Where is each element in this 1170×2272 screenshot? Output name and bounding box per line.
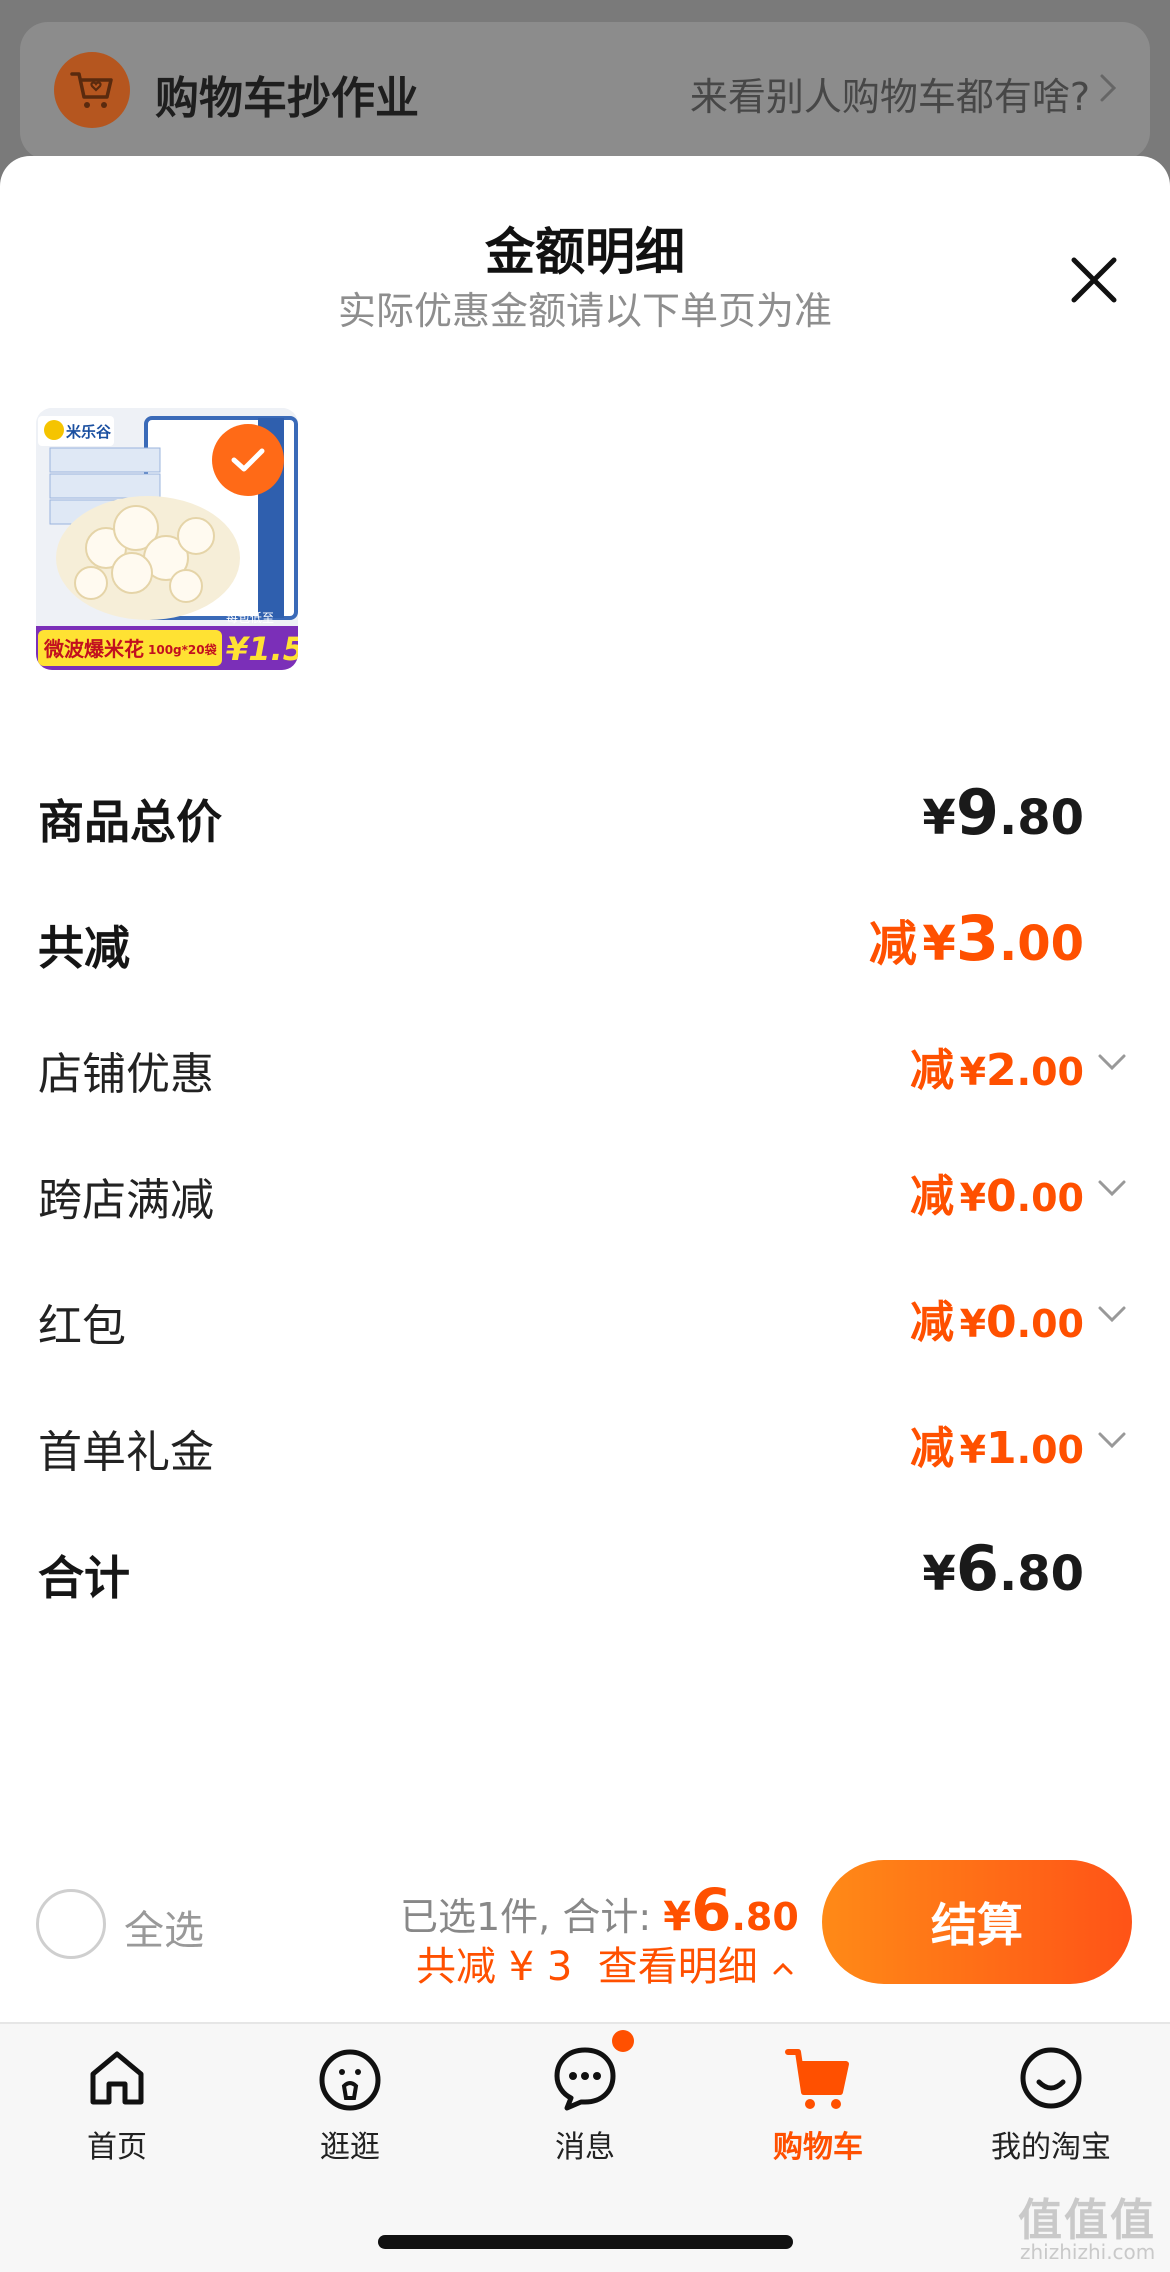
select-all-label[interactable]: 全选 [124,1898,204,1956]
chevron-up-icon [773,1962,793,1975]
chevron-down-icon[interactable] [1092,1168,1132,1208]
tab-label: 消息 [555,2130,615,2165]
promo-label: 每包低至 [226,610,274,625]
row-label: 红包 [38,1301,126,1352]
home-icon [90,2051,144,2105]
view-detail-link[interactable]: 查看明细 [598,1944,758,1990]
chevron-down-icon[interactable] [1092,1420,1132,1460]
tab-home[interactable]: 首页 [27,2042,207,2182]
row-shop-discount[interactable]: 店铺优惠 减 ¥2.00 [38,1028,1132,1108]
browse-icon [319,2049,381,2111]
row-total-discount: 共减 减 ¥3.00 [38,902,1132,982]
row-label: 店铺优惠 [38,1049,214,1100]
tab-browse[interactable]: 逛逛 [260,2042,440,2182]
total-price-value: ¥9.80 [922,776,1084,849]
promo-price: ¥1.5 [226,630,298,668]
select-all-radio[interactable] [36,1889,106,1959]
checkout-button[interactable]: 结算 [822,1860,1132,1984]
close-icon[interactable] [1066,252,1122,308]
chevron-right-icon [1100,74,1117,102]
cross-store-value: 减 ¥0.00 [910,1171,1084,1222]
chevron-down-icon[interactable] [1092,1042,1132,1082]
total-discount-value: 减 ¥3.00 [868,902,1084,975]
home-indicator [378,2235,793,2249]
tab-label: 我的淘宝 [991,2130,1111,2165]
red-packet-value: 减 ¥0.00 [910,1297,1084,1348]
discount-summary[interactable]: 共减 ¥ 3 查看明细 [416,1934,796,1992]
watermark: 值值值 [1018,2195,1156,2246]
row-grand-total: 合计 ¥6.80 [38,1532,1132,1612]
row-label: 共减 [38,921,130,975]
tab-label: 首页 [87,2130,147,2165]
row-label: 合计 [38,1551,130,1605]
row-first-order-gift[interactable]: 首单礼金 减 ¥1.00 [38,1406,1132,1486]
chevron-down-icon[interactable] [1092,1294,1132,1334]
grand-total-value: ¥6.80 [922,1532,1084,1605]
tab-message[interactable]: 消息 [495,2042,675,2182]
banner-title: 购物车抄作业 [155,73,419,124]
row-total-price: 商品总价 ¥9.80 [38,776,1132,856]
product-caption: 微波爆米花 [43,637,144,661]
tab-profile[interactable]: 我的淘宝 [961,2042,1141,2182]
watermark-url: zhizhizhi.com [1020,2240,1156,2264]
sheet-subtitle: 实际优惠金额请以下单页为准 [337,289,832,333]
row-label: 首单礼金 [38,1427,214,1478]
tab-cart[interactable]: 购物车 [728,2042,908,2182]
product-spec: 100g*20袋 [148,642,218,657]
banner-link[interactable]: 来看别人购物车都有啥? [690,66,1090,121]
sheet-title: 金额明细 [485,223,685,281]
row-label: 跨店满减 [38,1175,214,1226]
row-red-packet[interactable]: 红包 减 ¥0.00 [38,1280,1132,1360]
shop-discount-value: 减 ¥2.00 [910,1045,1084,1096]
discount-text: 共减 ¥ 3 [416,1944,573,1990]
first-order-value: 减 ¥1.00 [910,1423,1084,1474]
message-badge-dot [612,2030,634,2052]
cart-icon [785,2049,849,2109]
cart-homework-banner[interactable]: 购物车抄作业 来看别人购物车都有啥? [20,22,1150,160]
cart-heart-icon [54,52,130,128]
message-icon [554,2047,616,2111]
profile-icon [1020,2047,1082,2109]
brand-logo-text: 米乐谷 [66,423,112,441]
row-label: 商品总价 [38,795,222,849]
row-cross-store-discount[interactable]: 跨店满减 减 ¥0.00 [38,1154,1132,1234]
tab-label: 购物车 [773,2130,863,2165]
selected-check-icon[interactable] [212,424,284,496]
tab-label: 逛逛 [320,2130,380,2165]
